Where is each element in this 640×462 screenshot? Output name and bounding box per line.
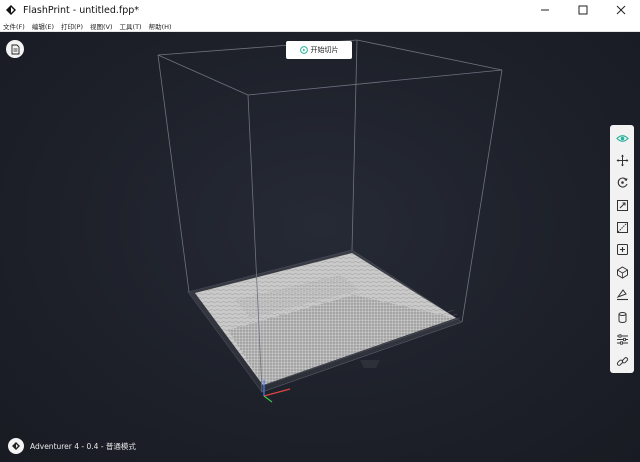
cylinder-icon (618, 311, 626, 323)
axis-y (263, 395, 273, 403)
flashforge-logo-icon (12, 442, 20, 450)
lay-flat-tool[interactable] (610, 284, 634, 306)
view-tool[interactable] (610, 127, 634, 149)
settings-sliders-icon (616, 334, 628, 345)
move-icon (616, 154, 628, 167)
start-slicing-button[interactable]: 开始切片 (286, 41, 352, 59)
plate-tab (360, 360, 380, 368)
support-tool[interactable] (610, 261, 634, 283)
right-toolbar (610, 125, 634, 373)
scale-icon (616, 199, 628, 211)
settings-tool[interactable] (610, 328, 634, 350)
cut-icon (616, 222, 628, 234)
support-icon (616, 266, 628, 279)
link-icon (616, 357, 628, 367)
build-volume-scene[interactable] (0, 0, 640, 462)
model-list-button[interactable] (6, 40, 24, 58)
status-logo[interactable] (8, 438, 24, 454)
link-tool[interactable] (610, 351, 634, 373)
add-tool[interactable] (610, 239, 634, 261)
rotate-tool[interactable] (610, 172, 634, 194)
rotate-icon (617, 177, 628, 188)
printer-status-text: Adventurer 4 - 0.4 - 普通模式 (30, 441, 136, 451)
cut-tool[interactable] (610, 216, 634, 238)
status-bar: Adventurer 4 - 0.4 - 普通模式 (8, 438, 136, 454)
document-icon (11, 44, 19, 54)
play-circle-icon (299, 46, 308, 54)
add-icon (616, 244, 628, 256)
move-tool[interactable] (610, 149, 634, 171)
cylinder-tool[interactable] (610, 306, 634, 328)
lay-flat-icon (616, 289, 628, 301)
start-slicing-label: 开始切片 (310, 46, 339, 54)
eye-icon (615, 134, 629, 142)
scale-tool[interactable] (610, 194, 634, 216)
